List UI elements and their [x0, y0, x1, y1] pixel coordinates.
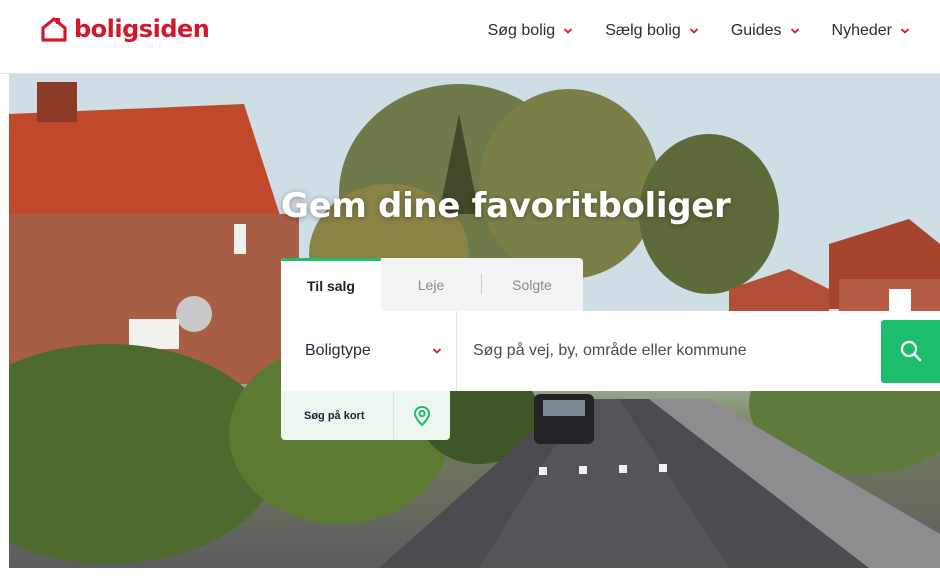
- tab-leje[interactable]: Leje: [381, 258, 481, 311]
- nav-item-label: Guides: [730, 22, 782, 39]
- map-button-label: Søg på kort: [304, 409, 365, 422]
- hero-title: Gem dine favoritboliger: [281, 186, 731, 226]
- logo-text: boligsiden: [74, 15, 210, 43]
- nav-item-sog-bolig[interactable]: Søg bolig: [488, 20, 574, 42]
- main-nav: Søg bolig Sælg bolig Guides Nyheder: [488, 20, 910, 42]
- nav-item-saelg-bolig[interactable]: Sælg bolig: [605, 20, 699, 42]
- tab-til-salg[interactable]: Til salg: [281, 258, 381, 311]
- map-pin-container: [393, 391, 450, 440]
- chevron-down-icon: [790, 28, 799, 34]
- nav-item-label: Sælg bolig: [605, 22, 681, 39]
- search-bar: Boligtype: [281, 311, 940, 391]
- chevron-down-icon: [689, 28, 698, 34]
- nav-item-label: Nyheder: [831, 22, 892, 39]
- chevron-down-icon: [432, 348, 442, 354]
- search-on-map-button[interactable]: Søg på kort: [281, 391, 450, 440]
- property-type-select[interactable]: Boligtype: [281, 311, 457, 391]
- site-header: boligsiden Søg bolig Sælg bolig Guides N…: [0, 0, 940, 74]
- house-logo-icon: [41, 17, 67, 42]
- search-icon: [900, 340, 921, 362]
- boligsiden-logo[interactable]: boligsiden: [40, 15, 210, 43]
- map-pin-icon: [413, 405, 431, 426]
- search-tabs: Til salg Leje Solgte: [281, 258, 583, 311]
- nav-item-nyheder[interactable]: Nyheder: [832, 20, 910, 42]
- search-button[interactable]: [881, 319, 940, 383]
- hero-section: Gem dine favoritboliger Til salg Leje So…: [9, 74, 940, 568]
- tab-solgte[interactable]: Solgte: [481, 258, 583, 311]
- nav-item-label: Søg bolig: [487, 22, 556, 39]
- chevron-down-icon: [900, 28, 910, 34]
- nav-item-guides[interactable]: Guides: [731, 20, 800, 42]
- search-input[interactable]: [457, 311, 881, 391]
- chevron-down-icon: [564, 28, 573, 34]
- property-type-label: Boligtype: [305, 342, 371, 359]
